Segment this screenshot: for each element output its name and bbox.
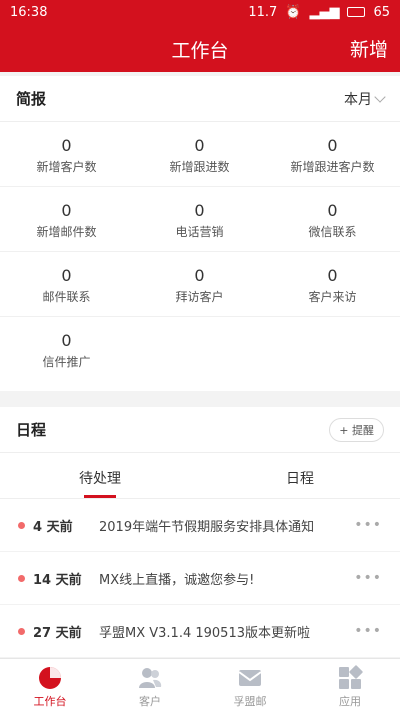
schedule-card: 日程 + 提醒 待处理 日程 4 天前 2019年端午节假期服务安排具体通知 •… — [0, 407, 400, 657]
battery-level: 65 — [373, 4, 390, 20]
stat-value: 0 — [327, 201, 338, 220]
mail-icon — [238, 670, 262, 686]
stat-value: 0 — [61, 266, 72, 285]
item-text: 孚盟MX V3.1.4 190513版本更新啦 — [99, 625, 310, 641]
more-icon[interactable]: ••• — [354, 623, 382, 639]
unread-dot-icon — [18, 574, 25, 582]
stats-row: 0 新增客户数 0 新增跟进数 0 新增跟进客户数 — [0, 122, 400, 187]
stat-label: 客户来访 — [308, 290, 357, 304]
bottom-nav: 工作台 客户 孚盟邮 应用 — [0, 658, 400, 714]
nav-customers[interactable]: 客户 — [100, 659, 200, 714]
stat-value: 0 — [327, 266, 338, 285]
unread-dot-icon — [18, 627, 25, 635]
stat-label: 邮件联系 — [42, 290, 91, 304]
status-time: 16:38 — [10, 4, 48, 20]
stat-label: 拜访客户 — [175, 290, 224, 304]
stat-label: 电话营销 — [175, 225, 224, 239]
stat-new-customers[interactable]: 0 新增客户数 — [0, 122, 133, 186]
stat-value: 0 — [61, 201, 72, 220]
stat-value: 0 — [194, 266, 205, 285]
signal-icon: ▂▄▆ — [309, 4, 340, 20]
nav-label: 孚盟邮 — [233, 695, 267, 708]
item-days: 4 天前 — [33, 519, 73, 535]
period-label: 本月 — [344, 91, 372, 108]
alarm-icon: ⏰ — [285, 4, 302, 20]
tab-pending[interactable]: 待处理 — [0, 453, 200, 498]
status-bar: 16:38 11.7 ⏰ ▂▄▆ 65 — [0, 0, 400, 24]
add-new-button[interactable]: 新增 — [350, 35, 388, 62]
more-icon[interactable]: ••• — [354, 517, 382, 533]
nav-apps[interactable]: 应用 — [300, 659, 400, 714]
stat-label: 新增跟进数 — [169, 160, 230, 174]
apps-icon — [339, 665, 363, 689]
stat-followup-customers[interactable]: 0 新增跟进客户数 — [266, 122, 399, 186]
stats-row: 0 信件推广 — [0, 317, 400, 382]
dashboard-icon — [39, 667, 61, 689]
stat-label: 信件推广 — [42, 355, 91, 369]
stat-label: 新增邮件数 — [36, 225, 97, 239]
item-days: 14 天前 — [33, 572, 82, 588]
item-text: 2019年端午节假期服务安排具体通知 — [99, 519, 315, 535]
summary-title: 简报 — [16, 90, 47, 108]
tab-schedule[interactable]: 日程 — [200, 453, 400, 498]
stat-label: 微信联系 — [308, 225, 357, 239]
nav-label: 应用 — [339, 695, 361, 708]
stat-mail-contact[interactable]: 0 邮件联系 — [0, 252, 133, 316]
summary-card: 简报 本月 0 新增客户数 0 新增跟进数 0 新增跟进客户数 0 新增邮件数 0 电话营… — [0, 76, 400, 391]
stat-value: 0 — [194, 201, 205, 220]
stat-new-followups[interactable]: 0 新增跟进数 — [133, 122, 266, 186]
schedule-item[interactable]: 4 天前 2019年端午节假期服务安排具体通知 ••• — [0, 499, 400, 552]
stat-customer-arrival[interactable]: 0 客户来访 — [266, 252, 399, 316]
stat-value: 0 — [61, 136, 72, 155]
unread-dot-icon — [18, 521, 25, 529]
add-reminder-button[interactable]: + 提醒 — [329, 417, 384, 442]
schedule-title: 日程 — [16, 421, 47, 439]
summary-header: 简报 本月 — [0, 76, 400, 122]
stat-phone-marketing[interactable]: 0 电话营销 — [133, 187, 266, 251]
stats-row: 0 邮件联系 0 拜访客户 0 客户来访 — [0, 252, 400, 317]
schedule-item[interactable]: 14 天前 MX线上直播，诚邀您参与! ••• — [0, 552, 400, 605]
nav-label: 工作台 — [33, 695, 67, 708]
stat-letter-promotion[interactable]: 0 信件推广 — [0, 317, 133, 382]
schedule-tabs: 待处理 日程 — [0, 453, 400, 499]
stat-new-mails[interactable]: 0 新增邮件数 — [0, 187, 133, 251]
page-title: 工作台 — [171, 40, 229, 62]
stat-value: 0 — [194, 136, 205, 155]
stat-value: 0 — [61, 331, 72, 350]
period-selector[interactable]: 本月 — [344, 89, 386, 109]
stat-label: 新增跟进客户数 — [290, 160, 375, 174]
nav-mail[interactable]: 孚盟邮 — [200, 659, 300, 714]
stat-customer-visit[interactable]: 0 拜访客户 — [133, 252, 266, 316]
item-days: 27 天前 — [33, 625, 82, 641]
nav-dashboard[interactable]: 工作台 — [0, 659, 100, 714]
customers-icon — [139, 668, 162, 688]
stat-wechat-contact[interactable]: 0 微信联系 — [266, 187, 399, 251]
more-icon[interactable]: ••• — [354, 570, 382, 586]
app-bar: 工作台 新增 — [0, 24, 400, 72]
item-text: MX线上直播，诚邀您参与! — [99, 572, 255, 588]
schedule-header: 日程 + 提醒 — [0, 407, 400, 453]
stats-row: 0 新增邮件数 0 电话营销 0 微信联系 — [0, 187, 400, 252]
stat-label: 新增客户数 — [36, 160, 97, 174]
status-icons: 11.7 ⏰ ▂▄▆ 65 — [248, 5, 390, 20]
schedule-item[interactable]: 27 天前 孚盟MX V3.1.4 190513版本更新啦 ••• — [0, 605, 400, 657]
stat-value: 0 — [327, 136, 338, 155]
battery-icon — [347, 7, 366, 17]
nav-label: 客户 — [139, 695, 161, 708]
chevron-down-icon — [374, 90, 386, 103]
network-speed: 11.7 — [248, 4, 278, 20]
